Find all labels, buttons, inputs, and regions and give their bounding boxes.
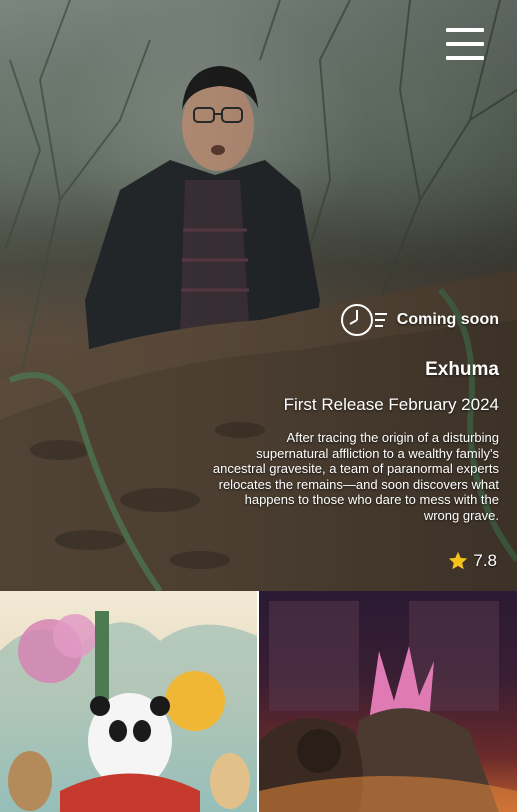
featured-hero[interactable]: Coming soon Exhuma First Release Februar… [0, 0, 517, 591]
movie-synopsis: After tracing the origin of a disturbing… [212, 430, 499, 523]
release-date: First Release February 2024 [283, 395, 499, 414]
godzilla-kong-poster[interactable] [259, 591, 517, 812]
star-icon [449, 551, 468, 570]
rating-badge: 7.8 [447, 549, 497, 573]
status-label: Coming soon [396, 311, 499, 328]
panda-poster-art [0, 611, 257, 812]
clock-fast-icon [340, 304, 387, 336]
monster-poster-art [259, 601, 517, 812]
rating-value: 7.8 [473, 551, 497, 570]
kung-fu-panda-poster[interactable] [0, 591, 257, 812]
release-status: Coming soon [339, 302, 499, 338]
movie-title: Exhuma [425, 359, 499, 380]
hamburger-menu-icon[interactable] [446, 28, 484, 60]
